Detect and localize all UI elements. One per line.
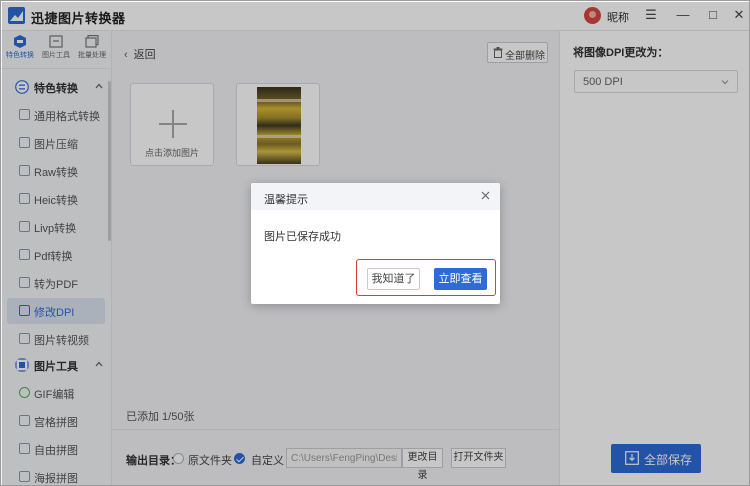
save-success-dialog: 温馨提示 图片已保存成功 我知道了 立即查看: [251, 183, 500, 304]
dialog-title: 温馨提示: [264, 194, 308, 206]
dialog-message: 图片已保存成功: [264, 231, 341, 243]
dialog-header: 温馨提示: [251, 183, 500, 210]
view-now-button[interactable]: 立即查看: [434, 268, 487, 290]
close-icon[interactable]: [480, 190, 491, 201]
ok-button[interactable]: 我知道了: [367, 268, 420, 290]
app-window: 迅捷图片转换器 昵称 ☰ — □ ✕ 特色转换 图片工具 批量处理 特色转换 通…: [0, 0, 750, 486]
